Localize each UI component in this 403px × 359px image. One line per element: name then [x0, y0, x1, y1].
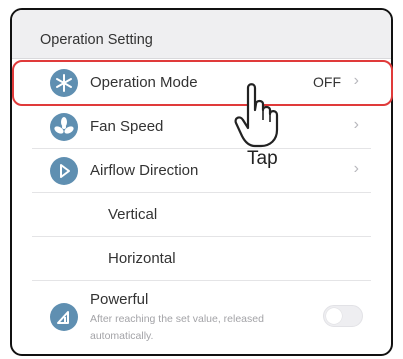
chevron-right-icon: ›: [353, 160, 359, 177]
vertical-label: Vertical: [108, 206, 158, 223]
horizontal-row[interactable]: Horizontal: [32, 237, 371, 281]
powerful-icon: [50, 303, 78, 331]
tap-annotation: Tap: [247, 148, 278, 169]
horizontal-label: Horizontal: [108, 250, 176, 267]
powerful-toggle[interactable]: [323, 305, 363, 327]
airflow-direction-label: Airflow Direction: [90, 162, 199, 179]
fan-speed-label: Fan Speed: [90, 118, 164, 135]
tap-highlight-outline: [12, 60, 393, 106]
fan-speed-row[interactable]: Fan Speed ›: [32, 105, 371, 149]
section-title: Operation Setting: [40, 32, 153, 48]
pointing-hand-icon: [234, 83, 279, 148]
chevron-right-icon: ›: [353, 116, 359, 133]
powerful-description: After reaching the set value, released a…: [90, 313, 264, 342]
powerful-row: Powerful After reaching the set value, r…: [32, 281, 371, 349]
airflow-direction-row[interactable]: Airflow Direction ›: [32, 149, 371, 193]
section-header: Operation Setting: [12, 10, 391, 59]
airflow-icon: [50, 157, 78, 185]
vertical-row[interactable]: Vertical: [32, 193, 371, 237]
fan-icon: [50, 113, 78, 141]
powerful-label: Powerful: [90, 291, 149, 308]
